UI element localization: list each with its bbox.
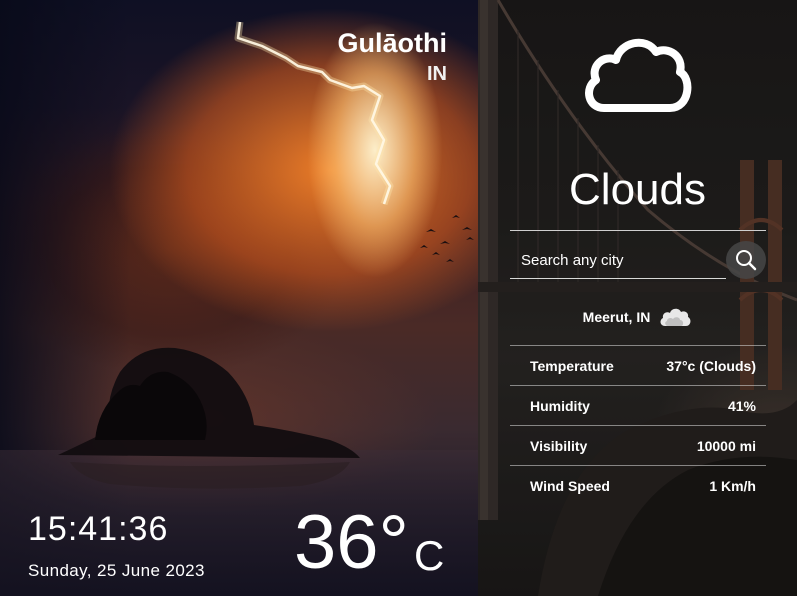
stat-value: 1 Km/h — [709, 477, 756, 494]
stat-label: Temperature — [530, 357, 614, 374]
weather-details-panel: Clouds Meerut, IN Temperature 37°c (Clou… — [478, 0, 797, 596]
stat-row-visibility: Visibility 10000 mi — [510, 425, 766, 465]
stat-row-humidity: Humidity 41% — [510, 385, 766, 425]
search-field-wrapper — [510, 243, 726, 279]
background-panel-left: Gulāothi IN 15:41:36 Sunday, 25 June 202… — [0, 0, 478, 596]
current-time: 15:41:36 — [28, 510, 169, 548]
divider — [510, 230, 766, 231]
stat-label: Visibility — [530, 437, 588, 454]
stat-row-wind-speed: Wind Speed 1 Km/h — [510, 465, 766, 505]
stat-value: 37°c (Clouds) — [666, 357, 756, 374]
weather-condition: Clouds — [569, 165, 706, 214]
result-location: Meerut, IN — [478, 306, 797, 328]
search-icon — [736, 250, 757, 271]
small-cloud-icon — [660, 308, 691, 326]
weather-stats-list: Temperature 37°c (Clouds) Humidity 41% V… — [510, 345, 766, 505]
stat-label: Wind Speed — [530, 477, 610, 494]
cloud-icon — [585, 38, 692, 112]
search-button[interactable] — [726, 241, 766, 279]
city-name: Gulāothi — [337, 28, 448, 58]
stat-row-temperature: Temperature 37°c (Clouds) — [510, 345, 766, 385]
temperature-unit: C — [414, 532, 445, 579]
current-date: Sunday, 25 June 2023 — [28, 561, 205, 580]
search-input[interactable] — [510, 243, 726, 277]
country-code: IN — [427, 63, 447, 85]
stat-value: 41% — [727, 397, 756, 414]
current-temperature: 36° — [294, 500, 409, 585]
stat-label: Humidity — [530, 397, 590, 414]
result-location-label: Meerut, IN — [582, 309, 651, 325]
stat-value: 10000 mi — [696, 437, 756, 454]
